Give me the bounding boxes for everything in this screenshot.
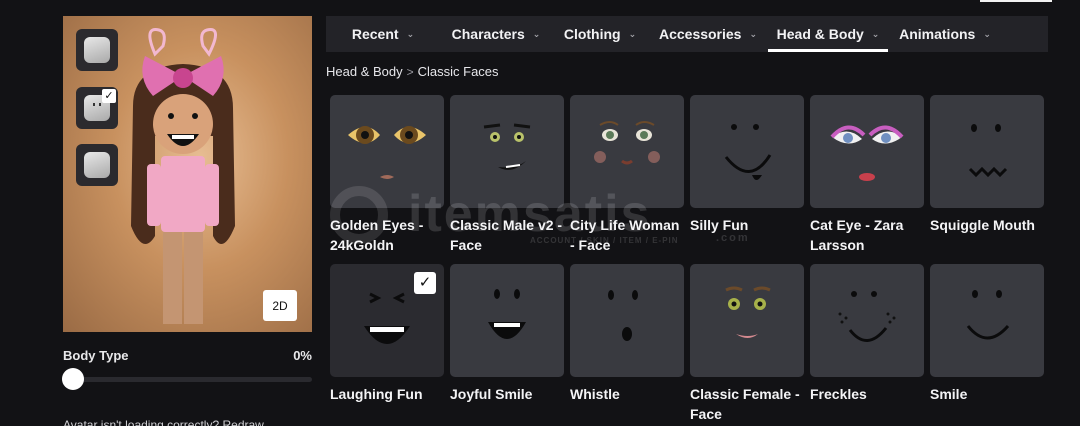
tab-label: Characters [451,26,525,42]
redraw-hint[interactable]: Avatar isn't loading correctly? Redraw [63,418,323,426]
item-name: Smile [930,386,968,402]
city-life-woman-face-icon [594,121,660,165]
body-type-row: Body Type 0% [63,348,312,363]
body-type-value: 0% [293,348,312,363]
category-tabs: Recent ⌄ Characters ⌄ Clothing ⌄ Accessories ⌄ H… [326,16,1048,52]
face-thumbnail: ✓ [330,264,444,377]
item-card[interactable]: Classic Female - Face [690,264,804,424]
view-2d-toggle[interactable]: 2D [263,290,297,321]
checkmark-icon: ✓ [414,272,436,294]
item-card[interactable]: Cat Eye - Zara Larsson [810,95,924,255]
tab-animations[interactable]: Animations ⌄ [888,16,1002,52]
breadcrumb-current: Classic Faces [417,64,499,79]
face-thumbnail [570,95,684,208]
chevron-down-icon: ⌄ [406,28,415,39]
whistle-face-icon [608,290,638,341]
classic-male-face-icon [483,123,531,170]
body-type-slider-handle[interactable] [62,368,84,390]
item-card[interactable]: Squiggle Mouth [930,95,1044,235]
face-thumbnail [570,264,684,377]
item-name: Silly Fun [690,217,749,233]
face-thumbnail [450,264,564,377]
tab-label: Animations [899,26,976,42]
head-icon [84,37,110,63]
item-card[interactable]: ✓ Laughing Fun [330,264,444,404]
face-thumbnail [810,95,924,208]
avatar-preview: ✓ 2D [63,16,312,332]
tab-label: Clothing [563,26,621,42]
item-card[interactable]: City Life Woman - Face [570,95,684,255]
body-type-label: Body Type [63,348,129,363]
breadcrumb-parent[interactable]: Head & Body [326,64,403,79]
item-name: Joyful Smile [450,386,533,402]
face-thumbnail [690,95,804,208]
head-thumbnail-face[interactable]: ✓ [76,87,118,129]
item-name: Freckles [810,386,867,402]
squiggle-mouth-face-icon [968,124,1008,178]
tab-label: Accessories [658,26,742,42]
item-card[interactable]: Silly Fun [690,95,804,235]
item-card[interactable]: Whistle [570,264,684,404]
item-name: Classic Male v2 - Face [450,217,563,253]
head-thumbnail-alt[interactable] [76,144,118,186]
cat-eye-face-icon [830,125,904,181]
checkmark-icon: ✓ [102,89,116,103]
face-thumbnail [690,264,804,377]
tab-recent[interactable]: Recent ⌄ [326,16,440,52]
tab-characters[interactable]: Characters ⌄ [440,16,552,52]
item-name: Squiggle Mouth [930,217,1035,233]
body-type-slider-track[interactable] [63,377,312,382]
smile-face-icon [966,290,1010,340]
breadcrumb-separator-icon: > [406,64,414,79]
item-card[interactable]: Golden Eyes - 24kGoldn [330,95,444,255]
item-name: Cat Eye - Zara Larsson [810,217,904,253]
item-card[interactable]: Joyful Smile [450,264,564,404]
chevron-down-icon: ⌄ [983,28,991,39]
face-thumbnail [930,95,1044,208]
chevron-down-icon: ⌄ [749,28,758,39]
tab-accessories[interactable]: Accessories ⌄ [648,16,768,52]
freckles-face-icon [838,291,896,342]
silly-fun-face-icon [724,124,772,180]
tab-label: Head & Body [776,26,864,42]
item-name: Whistle [570,386,620,402]
joyful-smile-face-icon [488,289,526,339]
tab-head-body[interactable]: Head & Body ⌄ [768,16,888,52]
head-icon [84,152,110,178]
item-card[interactable]: Classic Male v2 - Face [450,95,564,255]
golden-eyes-face-icon [348,126,426,179]
top-button-edge[interactable] [980,0,1052,2]
chevron-down-icon: ⌄ [532,28,541,39]
item-card[interactable]: Smile [930,264,1044,404]
item-name: Classic Female - Face [690,386,800,422]
item-card[interactable]: Freckles [810,264,924,404]
breadcrumb: Head & Body > Classic Faces [326,64,499,79]
face-thumbnail [330,95,444,208]
face-thumbnail [930,264,1044,377]
classic-female-face-icon [725,286,771,338]
tab-clothing[interactable]: Clothing ⌄ [552,16,648,52]
chevron-down-icon: ⌄ [871,28,880,39]
face-thumbnail [450,95,564,208]
item-name: Laughing Fun [330,386,423,402]
chevron-down-icon: ⌄ [628,28,637,39]
item-name: Golden Eyes - 24kGoldn [330,217,424,253]
head-thumbnail-plain[interactable] [76,29,118,71]
tab-label: Recent [351,26,399,42]
item-name: City Life Woman - Face [570,217,680,253]
face-thumbnail [810,264,924,377]
